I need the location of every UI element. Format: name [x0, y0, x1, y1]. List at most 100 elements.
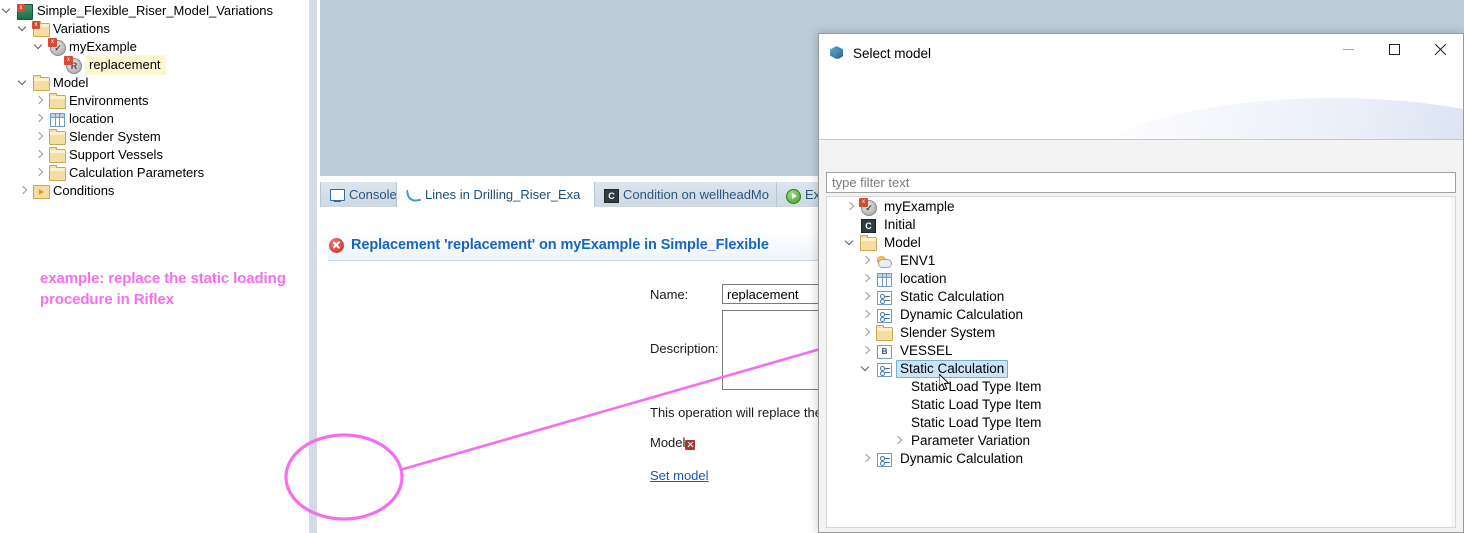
filter-input[interactable]: type filter text	[826, 172, 1456, 193]
chevron-down-icon[interactable]	[32, 38, 48, 56]
chevron-right-icon[interactable]	[32, 128, 48, 146]
tree-indent	[843, 396, 859, 414]
dialog-tree-item-static-load-type-item[interactable]: Static Load Type Item	[827, 378, 1455, 396]
tree-indent	[827, 360, 843, 378]
set-model-link[interactable]: Set model	[650, 468, 709, 483]
tree-spacer	[48, 56, 64, 74]
maximize-button[interactable]	[1371, 34, 1417, 64]
minimize-button[interactable]	[1325, 34, 1371, 64]
dialog-tree-item-static-load-type-item[interactable]: Static Load Type Item	[827, 396, 1455, 414]
dialog-title-bar[interactable]: Select model	[819, 34, 1463, 72]
tree-item-calculation-parameters[interactable]: Calculation Parameters	[0, 164, 305, 182]
tree-indent	[0, 110, 16, 128]
tree-indent	[827, 342, 843, 360]
chevron-down-icon[interactable]	[16, 74, 32, 92]
chevron-right-icon[interactable]	[843, 198, 859, 216]
model-error-decorator-icon	[685, 440, 695, 450]
dialog-tree-item-env1[interactable]: ENV1	[827, 252, 1455, 270]
chevron-right-icon[interactable]	[32, 110, 48, 128]
conditions-folder-icon	[32, 183, 50, 199]
chevron-right-icon[interactable]	[859, 270, 875, 288]
chevron-down-icon[interactable]	[843, 234, 859, 252]
dialog-tree-item-label: Parameter Variation	[907, 432, 1034, 450]
tree-indent	[827, 378, 843, 396]
variation-check-icon: ✓x	[48, 39, 66, 55]
tree-indent	[843, 450, 859, 468]
tree-indent	[827, 450, 843, 468]
model-selection-tree[interactable]: ✓xmyExampleCInitialModelENV1locationStat…	[826, 196, 1456, 528]
description-field-row: Description:	[650, 341, 719, 356]
tab-label: Condition on wellheadMo	[623, 187, 769, 202]
project-icon: x	[16, 3, 34, 19]
dialog-tree-item-label: Dynamic Calculation	[896, 306, 1027, 324]
dialog-tree-item-vessel[interactable]: BVESSEL	[827, 342, 1455, 360]
vessel-b-icon: B	[875, 343, 893, 359]
dialog-tree-item-static-calculation[interactable]: Static Calculation	[827, 360, 1455, 378]
chevron-right-icon[interactable]	[859, 324, 875, 342]
dialog-tree-item-dynamic-calculation[interactable]: Dynamic Calculation	[827, 450, 1455, 468]
tab-lines-in-drilling-riser-exa[interactable]: Lines in Drilling_Riser_Exa	[396, 182, 612, 209]
error-icon	[329, 238, 344, 253]
tree-item-model[interactable]: Model	[0, 74, 305, 92]
tree-item-replacement[interactable]: Rxreplacement	[0, 56, 305, 74]
dialog-tree-item-label: Static Load Type Item	[907, 378, 1045, 396]
panel-sash[interactable]	[305, 0, 320, 533]
tree-item-simple-flexible-riser-model-variations[interactable]: xSimple_Flexible_Riser_Model_Variations	[0, 2, 305, 20]
tree-indent	[827, 216, 843, 234]
chevron-right-icon[interactable]	[32, 92, 48, 110]
dialog-tree-item-initial[interactable]: CInitial	[827, 216, 1455, 234]
tree-item-label: Slender System	[69, 128, 165, 146]
dialog-tree-item-static-calculation[interactable]: Static Calculation	[827, 288, 1455, 306]
select-model-dialog[interactable]: Select model type filter text ✓xmyExampl…	[818, 33, 1464, 533]
tab-condition-on-wellheadmo[interactable]: CCondition on wellheadMo	[594, 182, 794, 207]
chevron-right-icon[interactable]	[859, 342, 875, 360]
calculation-icon	[875, 451, 893, 467]
tree-indent	[827, 324, 843, 342]
dialog-tree-item-dynamic-calculation[interactable]: Dynamic Calculation	[827, 306, 1455, 324]
dialog-tree-item-slender-system[interactable]: Slender System	[827, 324, 1455, 342]
dialog-tree-item-static-load-type-item[interactable]: Static Load Type Item	[827, 414, 1455, 432]
tree-indent	[827, 414, 843, 432]
chevron-right-icon[interactable]	[859, 306, 875, 324]
tree-indent	[875, 432, 891, 450]
tree-item-conditions[interactable]: Conditions	[0, 182, 305, 200]
tree-indent	[843, 360, 859, 378]
tree-indent	[859, 432, 875, 450]
tree-item-support-vessels[interactable]: Support Vessels	[0, 146, 305, 164]
tree-indent	[875, 396, 891, 414]
close-button[interactable]	[1417, 34, 1463, 64]
chevron-right-icon[interactable]	[32, 146, 48, 164]
chevron-right-icon[interactable]	[32, 164, 48, 182]
tree-item-slender-system[interactable]: Slender System	[0, 128, 305, 146]
model-tree-panel[interactable]: xSimple_Flexible_Riser_Model_Variationsx…	[0, 0, 305, 533]
chevron-right-icon[interactable]	[859, 288, 875, 306]
tree-indent	[16, 56, 32, 74]
dialog-tree-item-model[interactable]: Model	[827, 234, 1455, 252]
sash-handle[interactable]	[309, 0, 317, 533]
dialog-tree-item-myexample[interactable]: ✓xmyExample	[827, 198, 1455, 216]
chevron-right-icon[interactable]	[16, 182, 32, 200]
tree-indent	[16, 110, 32, 128]
description-label: Description:	[650, 341, 719, 356]
chevron-right-icon[interactable]	[859, 252, 875, 270]
external-process-icon	[785, 187, 801, 203]
tree-item-environments[interactable]: Environments	[0, 92, 305, 110]
chevron-down-icon[interactable]	[0, 2, 16, 20]
banner-swoosh-decoration	[1083, 98, 1463, 139]
dialog-tree-item-location[interactable]: location	[827, 270, 1455, 288]
dialog-tree-item-parameter-variation[interactable]: Parameter Variation	[827, 432, 1455, 450]
tree-item-myexample[interactable]: ✓xmyExample	[0, 38, 305, 56]
tree-item-location[interactable]: location	[0, 110, 305, 128]
chevron-right-icon[interactable]	[891, 432, 907, 450]
chevron-right-icon[interactable]	[859, 450, 875, 468]
tree-indent	[827, 234, 843, 252]
dialog-tree-scrollbar[interactable]	[1451, 197, 1455, 527]
tab-label: Lines in Drilling_Riser_Exa	[425, 187, 580, 202]
tree-indent	[0, 164, 16, 182]
chevron-down-icon[interactable]	[859, 360, 875, 378]
dialog-tree-item-label: Initial	[880, 216, 920, 234]
tree-indent	[0, 128, 16, 146]
tree-item-variations[interactable]: xVariations	[0, 20, 305, 38]
dialog-tree-item-label: Model	[880, 234, 925, 252]
chevron-down-icon[interactable]	[16, 20, 32, 38]
